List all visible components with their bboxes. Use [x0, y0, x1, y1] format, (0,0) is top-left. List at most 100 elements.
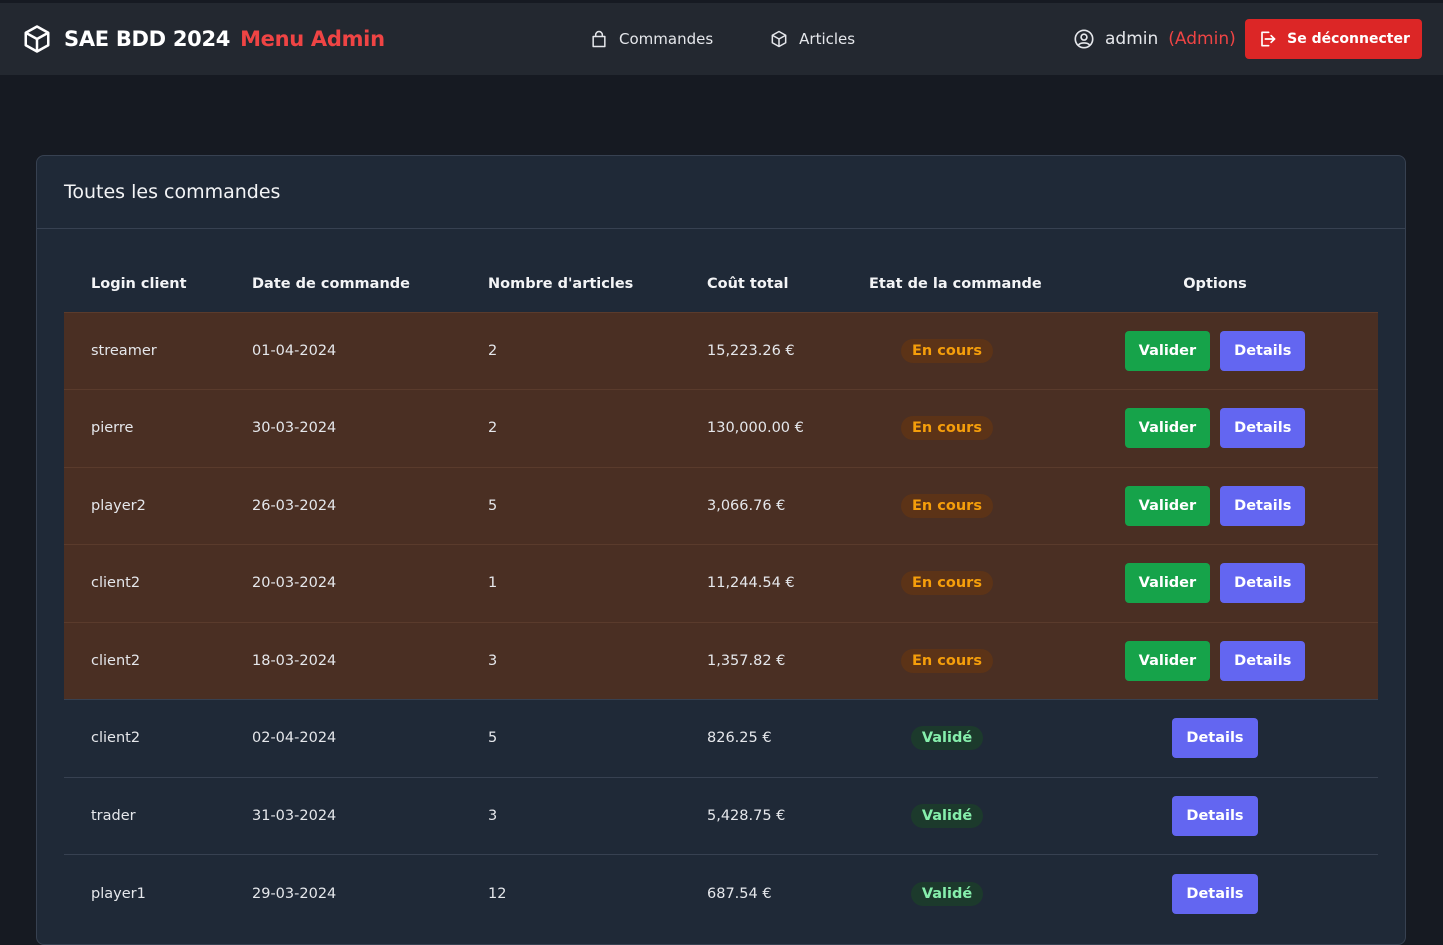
details-button[interactable]: Details [1220, 408, 1306, 449]
cell-options: Details [1052, 776, 1378, 855]
cell-count: 12 [461, 854, 680, 932]
cell-date: 02-04-2024 [225, 699, 461, 777]
cell-date: 18-03-2024 [225, 621, 461, 700]
cell-status: Validé [842, 699, 1052, 777]
nav-commandes[interactable]: Commandes [589, 29, 713, 49]
nav-articles[interactable]: Articles [769, 29, 855, 49]
cell-date: 29-03-2024 [225, 854, 461, 932]
status-badge: En cours [901, 571, 993, 596]
details-button[interactable]: Details [1172, 873, 1258, 914]
orders-card: Toutes les commandes Login client Date d… [36, 155, 1406, 945]
cell-login: player1 [64, 854, 225, 932]
validate-button[interactable]: Valider [1124, 640, 1211, 681]
card-header: Toutes les commandes [37, 156, 1405, 229]
cell-date: 20-03-2024 [225, 544, 461, 622]
bag-icon [592, 30, 606, 48]
main-nav: Commandes Articles [589, 3, 855, 75]
orders-table: Login client Date de commande Nombre d'a… [64, 256, 1378, 932]
status-badge: En cours [901, 493, 993, 518]
cell-options: Details [1052, 854, 1378, 932]
validate-button[interactable]: Valider [1124, 408, 1211, 449]
col-date: Date de commande [252, 275, 410, 292]
cell-date: 30-03-2024 [225, 389, 461, 467]
col-status: Etat de la commande [869, 275, 1042, 292]
col-login: Login client [91, 275, 187, 292]
cell-total: 130,000.00 € [680, 389, 842, 467]
box-icon [771, 30, 787, 48]
cell-status: En cours [842, 621, 1052, 700]
cell-date: 01-04-2024 [225, 311, 461, 390]
status-badge: En cours [901, 416, 993, 441]
status-badge: Validé [910, 726, 984, 751]
table-row: pierre 30-03-2024 2 130,000.00 € En cours Val… [64, 389, 1378, 467]
brand[interactable]: SAE BDD 2024 Menu Admin [22, 3, 385, 75]
app-title: SAE BDD 2024 [64, 27, 231, 51]
cell-total: 826.25 € [680, 699, 842, 777]
validate-button[interactable]: Valider [1124, 563, 1211, 604]
details-button[interactable]: Details [1220, 640, 1306, 681]
cell-date: 26-03-2024 [225, 466, 461, 545]
details-button[interactable]: Details [1220, 485, 1306, 526]
cell-status: Validé [842, 854, 1052, 932]
cell-status: En cours [842, 311, 1052, 390]
cube-logo-icon [24, 25, 50, 53]
cell-login: player2 [64, 466, 225, 545]
cell-options: Details [1052, 699, 1378, 777]
table-row: client2 20-03-2024 1 11,244.54 € En cours Val… [64, 544, 1378, 622]
col-total: Coût total [707, 275, 789, 292]
status-badge: En cours [901, 338, 993, 363]
status-badge: Validé [910, 803, 984, 828]
cell-total: 687.54 € [680, 854, 842, 932]
cell-login: client2 [64, 544, 225, 622]
cell-count: 1 [461, 544, 680, 622]
cell-login: trader [64, 776, 225, 855]
logout-button[interactable]: Se déconnecter [1245, 19, 1422, 59]
cell-options: Valider Details [1052, 466, 1378, 545]
table-header-row: Login client Date de commande Nombre d'a… [64, 256, 1378, 312]
cell-status: En cours [842, 544, 1052, 622]
orders-table-body: streamer 01-04-2024 2 15,223.26 € En cours Va… [64, 311, 1378, 932]
cell-login: streamer [64, 311, 225, 390]
top-navbar: SAE BDD 2024 Menu Admin Commandes Articl… [0, 3, 1443, 75]
cell-count: 2 [461, 311, 680, 390]
details-button[interactable]: Details [1220, 563, 1306, 604]
status-badge: En cours [901, 648, 993, 673]
app-subtitle: Menu Admin [240, 27, 385, 51]
table-row: client2 18-03-2024 3 1,357.82 € En cours Vali… [64, 621, 1378, 700]
cell-total: 3,066.76 € [680, 466, 842, 545]
user-role: (Admin) [1168, 29, 1236, 49]
cell-total: 5,428.75 € [680, 776, 842, 855]
cell-login: pierre [64, 389, 225, 467]
cell-options: Valider Details [1052, 311, 1378, 390]
cell-total: 11,244.54 € [680, 544, 842, 622]
cell-total: 15,223.26 € [680, 311, 842, 390]
details-button[interactable]: Details [1172, 718, 1258, 759]
user-circle-icon [1074, 29, 1094, 49]
table-row: player2 26-03-2024 5 3,066.76 € En cours Vali… [64, 466, 1378, 545]
cell-login: client2 [64, 621, 225, 700]
details-button[interactable]: Details [1172, 795, 1258, 836]
user-info: admin (Admin) [1073, 3, 1236, 75]
col-options: Options [1183, 275, 1247, 292]
cell-count: 5 [461, 699, 680, 777]
cell-options: Valider Details [1052, 544, 1378, 622]
cell-count: 2 [461, 389, 680, 467]
logout-icon [1261, 31, 1276, 47]
table-row: client2 02-04-2024 5 826.25 € Validé Details [64, 699, 1378, 777]
table-row: player1 29-03-2024 12 687.54 € Validé Details [64, 854, 1378, 932]
cell-count: 3 [461, 776, 680, 855]
cell-count: 5 [461, 466, 680, 545]
cell-login: client2 [64, 699, 225, 777]
table-row: streamer 01-04-2024 2 15,223.26 € En cours Va… [64, 311, 1378, 390]
cell-options: Valider Details [1052, 389, 1378, 467]
cell-status: Validé [842, 776, 1052, 855]
validate-button[interactable]: Valider [1124, 330, 1211, 371]
cell-date: 31-03-2024 [225, 776, 461, 855]
cell-options: Valider Details [1052, 621, 1378, 700]
cell-status: En cours [842, 389, 1052, 467]
table-row: trader 31-03-2024 3 5,428.75 € Validé Details [64, 776, 1378, 855]
cell-count: 3 [461, 621, 680, 700]
details-button[interactable]: Details [1220, 330, 1306, 371]
logout-label: Se déconnecter [1287, 31, 1410, 47]
validate-button[interactable]: Valider [1124, 485, 1211, 526]
